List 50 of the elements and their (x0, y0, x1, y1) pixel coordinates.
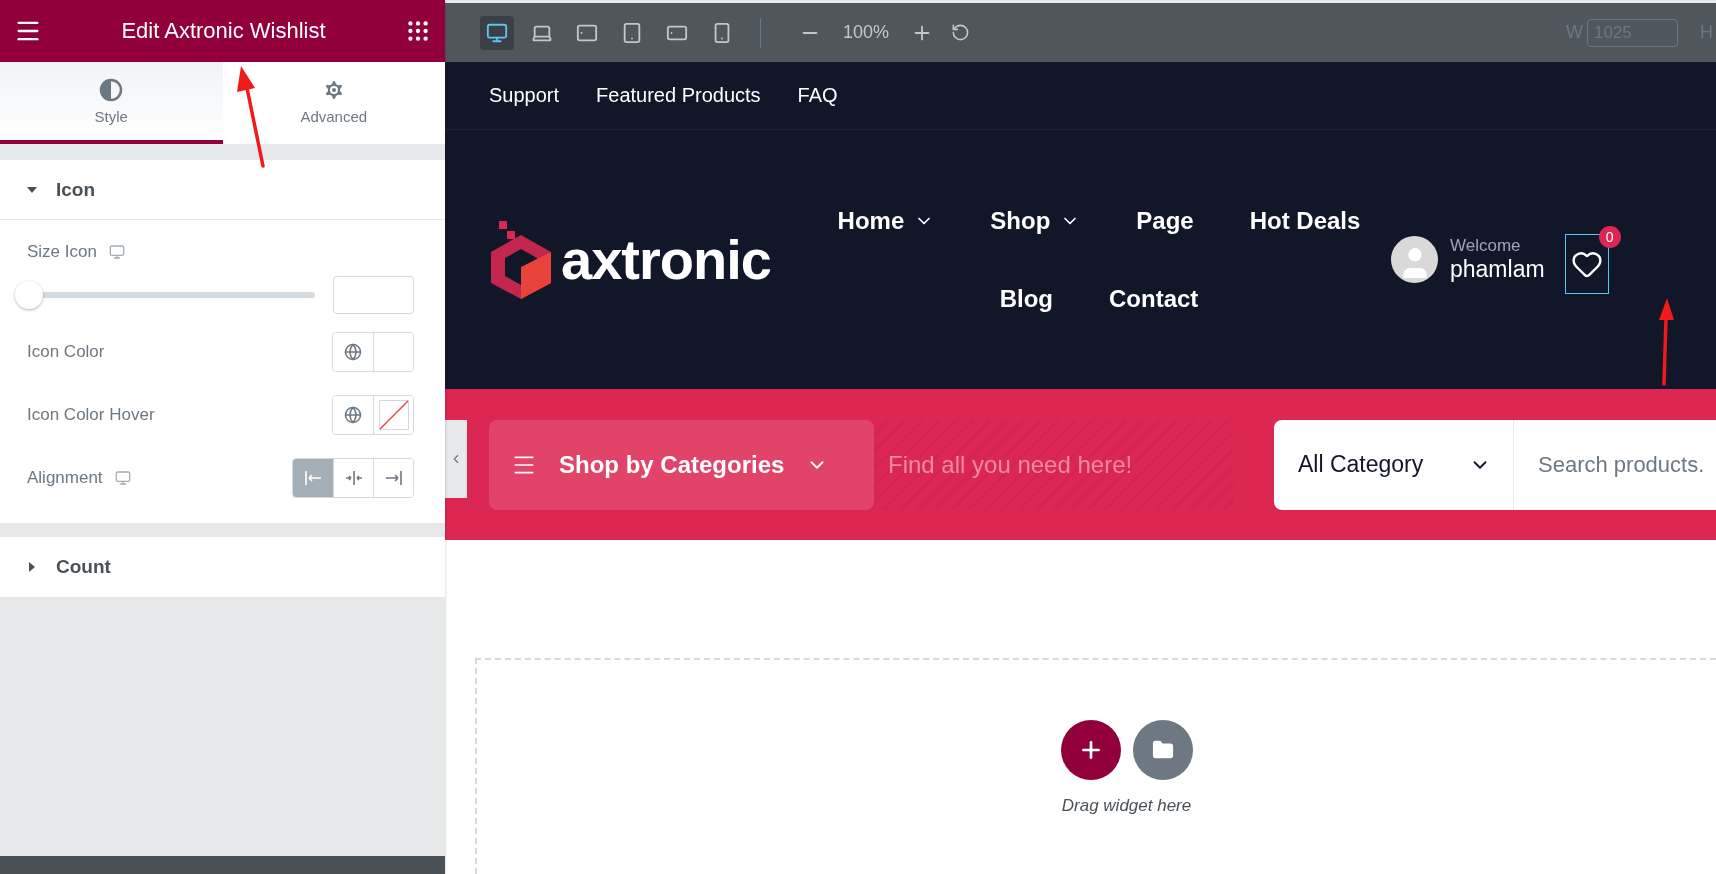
nav-link[interactable]: Contact (1109, 284, 1199, 313)
control-label: Icon Color Hover (27, 404, 155, 425)
folder-icon (1151, 739, 1174, 761)
greeting: Welcome (1450, 236, 1522, 256)
nav-link[interactable]: Home (837, 206, 935, 235)
collapse-handle[interactable] (445, 420, 467, 498)
color-picker[interactable] (332, 394, 414, 435)
control-label: Size Icon (27, 242, 97, 262)
categories-button[interactable]: Shop by Categories (489, 419, 874, 510)
slider-track[interactable] (15, 280, 315, 310)
no-color-icon (378, 399, 409, 430)
avatar (1391, 236, 1438, 283)
top-link[interactable]: Support (489, 84, 560, 107)
reset-icon[interactable] (951, 23, 971, 42)
slider-thumb[interactable] (15, 281, 43, 309)
wishlist-count: 0 (1598, 225, 1621, 248)
nav-link[interactable]: Blog (999, 284, 1053, 313)
logo-icon (489, 220, 553, 299)
grid-icon[interactable] (405, 18, 431, 44)
desktop-icon (486, 21, 508, 44)
top-link[interactable]: FAQ (797, 84, 838, 107)
control-label: Icon Color (27, 341, 105, 362)
search-bar[interactable]: All Category Search products. (1274, 419, 1716, 510)
color-swatch[interactable] (373, 332, 413, 371)
number-input[interactable] (333, 276, 414, 314)
globe-icon (344, 342, 362, 361)
control-label: Alignment (27, 467, 103, 488)
drop-hint: Drag widget here (1061, 796, 1192, 816)
tablet-icon (621, 21, 643, 44)
color-picker[interactable] (332, 331, 414, 372)
contrast-icon (99, 77, 124, 102)
tagline: Find all you need here! (874, 419, 1234, 510)
alignment-control[interactable] (292, 457, 414, 498)
nav-link[interactable]: Shop (990, 206, 1081, 235)
search-field[interactable]: Search products. (1514, 419, 1716, 510)
color-swatch[interactable] (373, 395, 413, 434)
device-button[interactable] (480, 15, 514, 50)
category-select[interactable]: All Category (1274, 419, 1514, 510)
nav-link[interactable]: Page (1136, 206, 1194, 235)
panel-tab[interactable]: Style (0, 62, 223, 144)
top-link[interactable]: Featured Products (596, 84, 761, 107)
user-name: phamlam (1450, 256, 1545, 283)
panel-title: Edit Axtronic Wishlist (121, 18, 326, 44)
alignment-option[interactable] (373, 458, 413, 497)
section-header[interactable]: Icon (0, 160, 445, 220)
globe-icon (344, 405, 362, 424)
nav-link[interactable]: Hot Deals (1249, 206, 1361, 235)
zoom-level: 100% (843, 22, 890, 43)
logo-text: axtronic (561, 227, 771, 292)
section-header[interactable]: Count (0, 537, 445, 597)
